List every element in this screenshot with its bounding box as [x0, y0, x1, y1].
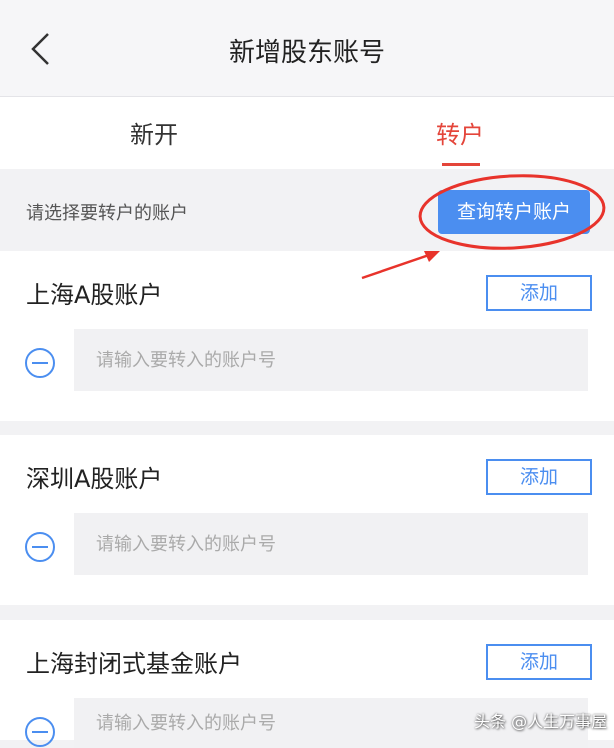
account-card-sz-a: 深圳A股账户 添加	[0, 435, 614, 605]
add-button[interactable]: 添加	[486, 275, 592, 311]
tab-bar: 新开 转户	[0, 97, 614, 169]
minus-circle-icon[interactable]	[24, 531, 56, 563]
account-number-input[interactable]	[74, 513, 588, 575]
tab-new-account[interactable]: 新开	[54, 115, 254, 150]
add-button[interactable]: 添加	[486, 644, 592, 680]
transfer-notice: 请选择要转户的账户 查询转户账户	[0, 169, 614, 251]
account-number-input[interactable]	[74, 329, 588, 391]
account-title: 上海A股账户	[26, 281, 163, 309]
nav-bar: 新增股东账号	[0, 0, 614, 97]
watermark: 头条 @人生万事屋	[474, 712, 608, 731]
account-title: 深圳A股账户	[26, 465, 163, 493]
notice-text: 请选择要转户的账户	[26, 203, 188, 224]
account-title: 上海封闭式基金账户	[26, 650, 242, 678]
add-button[interactable]: 添加	[486, 459, 592, 495]
minus-circle-icon[interactable]	[24, 716, 56, 748]
query-transfer-accounts-button[interactable]: 查询转户账户	[438, 190, 590, 234]
page-title: 新增股东账号	[228, 38, 385, 68]
tab-active-indicator	[442, 163, 480, 166]
account-card-sh-a: 上海A股账户 添加	[0, 251, 614, 421]
minus-circle-icon[interactable]	[24, 347, 56, 379]
tab-transfer[interactable]: 转户	[360, 115, 560, 150]
